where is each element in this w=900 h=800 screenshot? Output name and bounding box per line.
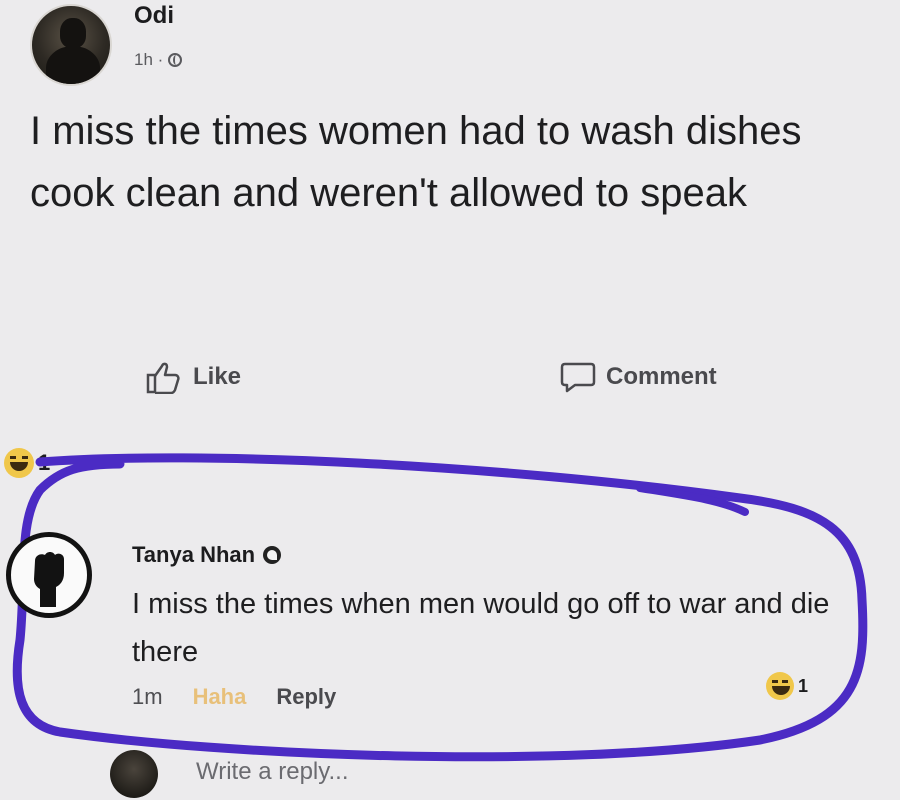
comment-timestamp[interactable]: 1m — [132, 684, 163, 710]
raised-fist-icon — [34, 552, 64, 607]
comment-text: I miss the times when men would go off t… — [132, 588, 830, 668]
thumbs-up-icon — [146, 362, 180, 394]
haha-emoji-icon — [4, 448, 34, 478]
commenter-name[interactable]: Tanya Nhan — [132, 542, 282, 568]
reply-button[interactable]: Reply — [276, 684, 336, 710]
post-reaction-count: 1 — [38, 450, 51, 475]
post-author-avatar[interactable] — [30, 4, 112, 86]
like-button[interactable]: Like — [145, 360, 241, 394]
comment-label: Comment — [606, 363, 717, 390]
haha-reaction-button[interactable]: Haha — [193, 684, 247, 710]
speech-bubble-icon — [560, 362, 596, 393]
comment-reaction-count: 1 — [798, 675, 809, 696]
comment-actions: 1m Haha Reply — [132, 684, 336, 710]
write-reply-input[interactable]: Write a reply... — [196, 758, 348, 786]
post-meta: 1h · — [134, 50, 183, 70]
comment-reaction-summary[interactable]: 1 — [766, 672, 808, 700]
globe-icon — [168, 53, 183, 67]
post-author-name[interactable]: Odi — [134, 2, 174, 30]
post-timestamp[interactable]: 1h · — [134, 50, 163, 70]
badge-icon — [263, 546, 282, 564]
haha-emoji-icon — [766, 672, 794, 700]
post-reaction-summary[interactable]: 1 — [4, 448, 50, 478]
facebook-post: Odi 1h · I miss the times women had to w… — [0, 0, 900, 800]
like-label: Like — [193, 363, 242, 390]
comment-button[interactable]: Comment — [560, 360, 717, 394]
post-text: I miss the times women had to wash dishe… — [30, 109, 802, 215]
commenter-avatar[interactable] — [6, 532, 92, 618]
reply-user-avatar — [110, 750, 158, 798]
commenter-name-label: Tanya Nhan — [132, 542, 256, 567]
